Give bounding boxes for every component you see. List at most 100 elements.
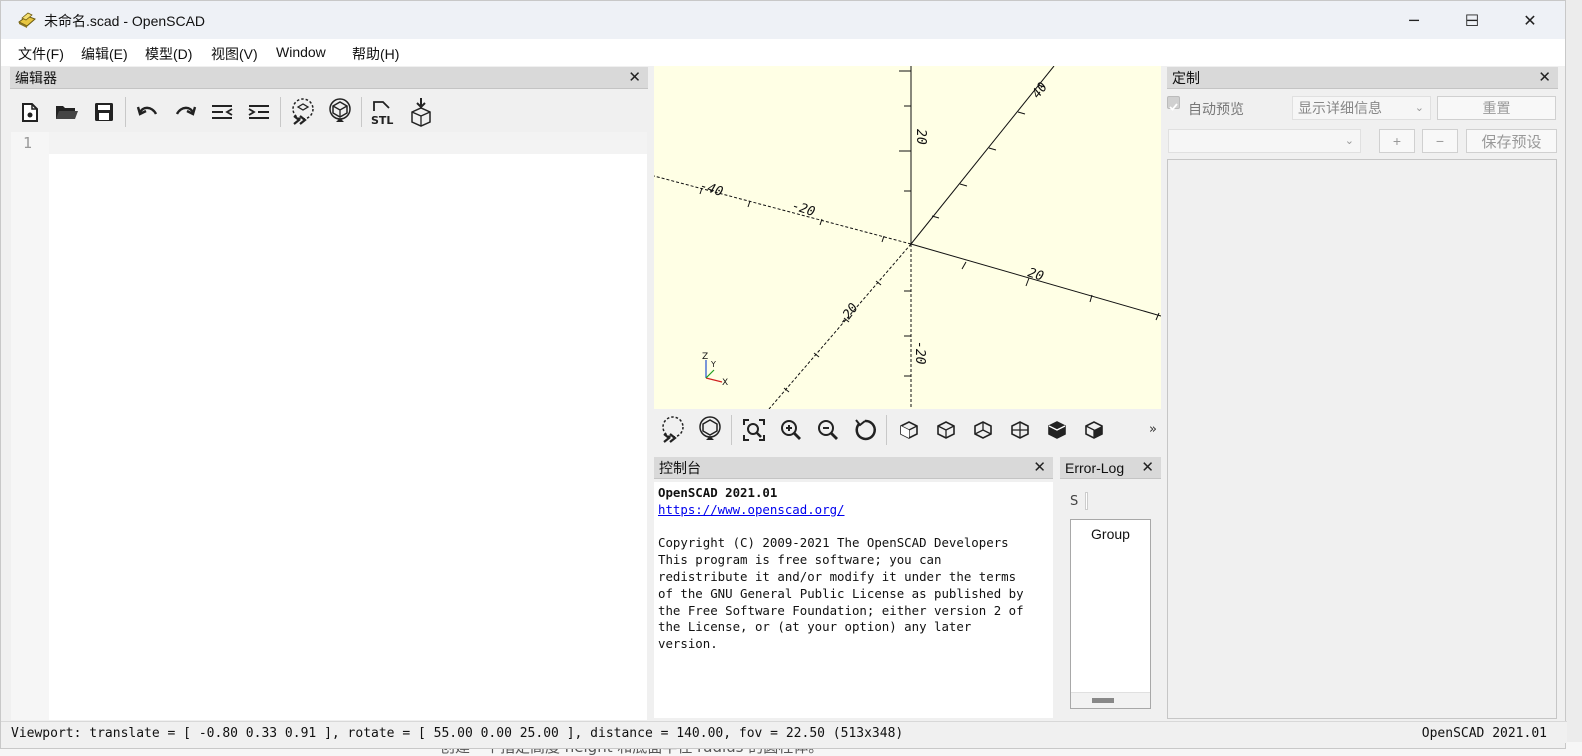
customizer-parameters-area — [1167, 159, 1557, 719]
customizer-panel-title: 定制 ✕ — [1167, 67, 1558, 89]
view-bottom-icon — [973, 421, 992, 439]
view-left-button[interactable] — [1001, 412, 1038, 448]
toolbar-separator — [125, 97, 126, 127]
current-line-highlight — [49, 132, 647, 154]
close-console-icon[interactable]: ✕ — [1033, 457, 1046, 479]
render-icon — [328, 98, 351, 122]
reset-button[interactable]: 重置 — [1437, 96, 1556, 120]
view-back-button[interactable] — [1075, 412, 1112, 448]
view-all-button[interactable] — [735, 412, 772, 448]
indent-button[interactable] — [240, 94, 277, 130]
unindent-button[interactable] — [203, 94, 240, 130]
view-front-button[interactable] — [1038, 412, 1075, 448]
toolbar-overflow-button[interactable]: » — [1149, 422, 1157, 437]
new-file-icon — [21, 103, 38, 122]
openscad-window: 未命名.scad - OpenSCAD ─ ─ ☐ ✕ 文件(F) 编辑(E) … — [0, 0, 1567, 749]
version-status: OpenSCAD 2021.01 — [1421, 726, 1547, 741]
open-file-button[interactable] — [48, 94, 85, 130]
view-preview-button[interactable] — [654, 412, 691, 448]
chevron-down-icon: ⌄ — [1414, 102, 1424, 114]
window-title: 未命名.scad - OpenSCAD — [44, 13, 206, 29]
preset-select[interactable]: ⌄ — [1168, 129, 1361, 153]
save-preset-button[interactable]: 保存预设 — [1466, 129, 1557, 153]
new-file-button[interactable] — [11, 94, 48, 130]
error-log-panel-title: Error-Log ✕ — [1060, 457, 1161, 479]
zoom-in-icon — [780, 420, 801, 440]
svg-text:Z: Z — [702, 352, 708, 362]
desktop-background — [1566, 0, 1582, 756]
close-window-button[interactable]: ✕ — [1501, 1, 1559, 39]
console-version: OpenSCAD 2021.01 — [658, 485, 778, 500]
menu-design[interactable]: 模型(D) — [145, 44, 192, 64]
menu-window[interactable]: Window — [276, 44, 326, 60]
undo-button[interactable] — [129, 94, 166, 130]
menu-view[interactable]: 视图(V) — [211, 44, 258, 64]
console-panel-title: 控制台 ✕ — [654, 457, 1053, 479]
toolbar-separator — [731, 415, 732, 445]
y-axis-neg-label: -20 — [835, 301, 861, 329]
x-axis-neg-label: -20 — [790, 199, 817, 221]
view-left-icon — [1010, 421, 1029, 439]
menu-bar: 文件(F) 编辑(E) 模型(D) 视图(V) Window 帮助(H) — [1, 39, 1565, 66]
line-number-gutter: 1 — [11, 132, 49, 720]
zoom-out-button[interactable] — [809, 412, 846, 448]
undo-icon — [136, 106, 157, 116]
openscad-link[interactable]: https://www.openscad.org/ — [658, 502, 845, 517]
reset-view-button[interactable] — [846, 412, 883, 448]
indent-icon — [248, 105, 269, 119]
view-top-button[interactable] — [927, 412, 964, 448]
y-axis-label: 40 — [1029, 80, 1051, 102]
zoom-in-button[interactable] — [772, 412, 809, 448]
console-license-text: Copyright (C) 2009-2021 The OpenSCAD Dev… — [658, 535, 1024, 652]
send-to-print-button[interactable] — [402, 94, 439, 130]
view-bottom-button[interactable] — [964, 412, 1001, 448]
reset-view-icon — [854, 419, 876, 441]
axes-canvas: 20 20 40 -40 -20 -20 -20 Z Y X — [654, 66, 1161, 409]
3d-viewport[interactable]: 20 20 40 -40 -20 -20 -20 Z Y X — [654, 66, 1161, 409]
scrollbar-thumb[interactable] — [1092, 698, 1114, 703]
z-axis-label: 20 — [913, 129, 928, 145]
view-top-icon — [936, 421, 955, 439]
error-log-group-box: Group — [1070, 519, 1151, 709]
editor-toolbar: STL — [11, 92, 439, 132]
code-editor[interactable]: 1 — [11, 132, 647, 720]
svg-text:STL: STL — [371, 114, 393, 127]
export-stl-icon: STL — [371, 101, 393, 127]
status-bar: Viewport: translate = [ -0.80 0.33 0.91 … — [1, 721, 1567, 743]
menu-help[interactable]: 帮助(H) — [352, 44, 399, 64]
maximize-button[interactable]: ☐ — [1443, 1, 1501, 39]
menu-file[interactable]: 文件(F) — [18, 44, 64, 64]
close-editor-icon[interactable]: ✕ — [628, 67, 641, 89]
preview-button[interactable] — [284, 94, 321, 130]
export-stl-button[interactable]: STL — [365, 94, 402, 130]
save-icon — [94, 103, 113, 121]
redo-icon — [175, 106, 196, 116]
remove-preset-button[interactable]: − — [1422, 129, 1458, 153]
close-error-log-icon[interactable]: ✕ — [1141, 457, 1154, 479]
viewport-status: Viewport: translate = [ -0.80 0.33 0.91 … — [11, 726, 904, 741]
detail-level-select[interactable]: 显示详细信息 ⌄ — [1292, 96, 1431, 120]
openscad-logo-icon — [18, 12, 36, 28]
close-customizer-icon[interactable]: ✕ — [1538, 67, 1551, 89]
render-button[interactable] — [321, 94, 358, 130]
view-back-icon — [1084, 421, 1103, 439]
view-render-button[interactable] — [691, 412, 728, 448]
minimize-button[interactable]: ─ — [1385, 1, 1443, 39]
error-log-tab[interactable]: S — [1070, 494, 1078, 509]
redo-button[interactable] — [166, 94, 203, 130]
auto-preview-label: 自动预览 — [1188, 101, 1244, 117]
toolbar-separator — [886, 415, 887, 445]
error-log-tab-marker — [1085, 492, 1088, 510]
horizontal-scrollbar[interactable] — [1071, 692, 1150, 708]
z-axis-neg-label: -20 — [912, 341, 927, 365]
add-preset-button[interactable]: + — [1379, 129, 1415, 153]
toolbar-separator — [361, 97, 362, 127]
auto-preview-checkbox[interactable] — [1167, 96, 1180, 111]
line-number: 1 — [23, 134, 33, 152]
save-file-button[interactable] — [85, 94, 122, 130]
view-right-button[interactable] — [890, 412, 927, 448]
menu-edit[interactable]: 编辑(E) — [81, 44, 128, 64]
console-output: OpenSCAD 2021.01 https://www.openscad.or… — [654, 482, 1053, 718]
print-3d-icon — [410, 98, 431, 127]
view-toolbar: » — [654, 410, 1161, 450]
